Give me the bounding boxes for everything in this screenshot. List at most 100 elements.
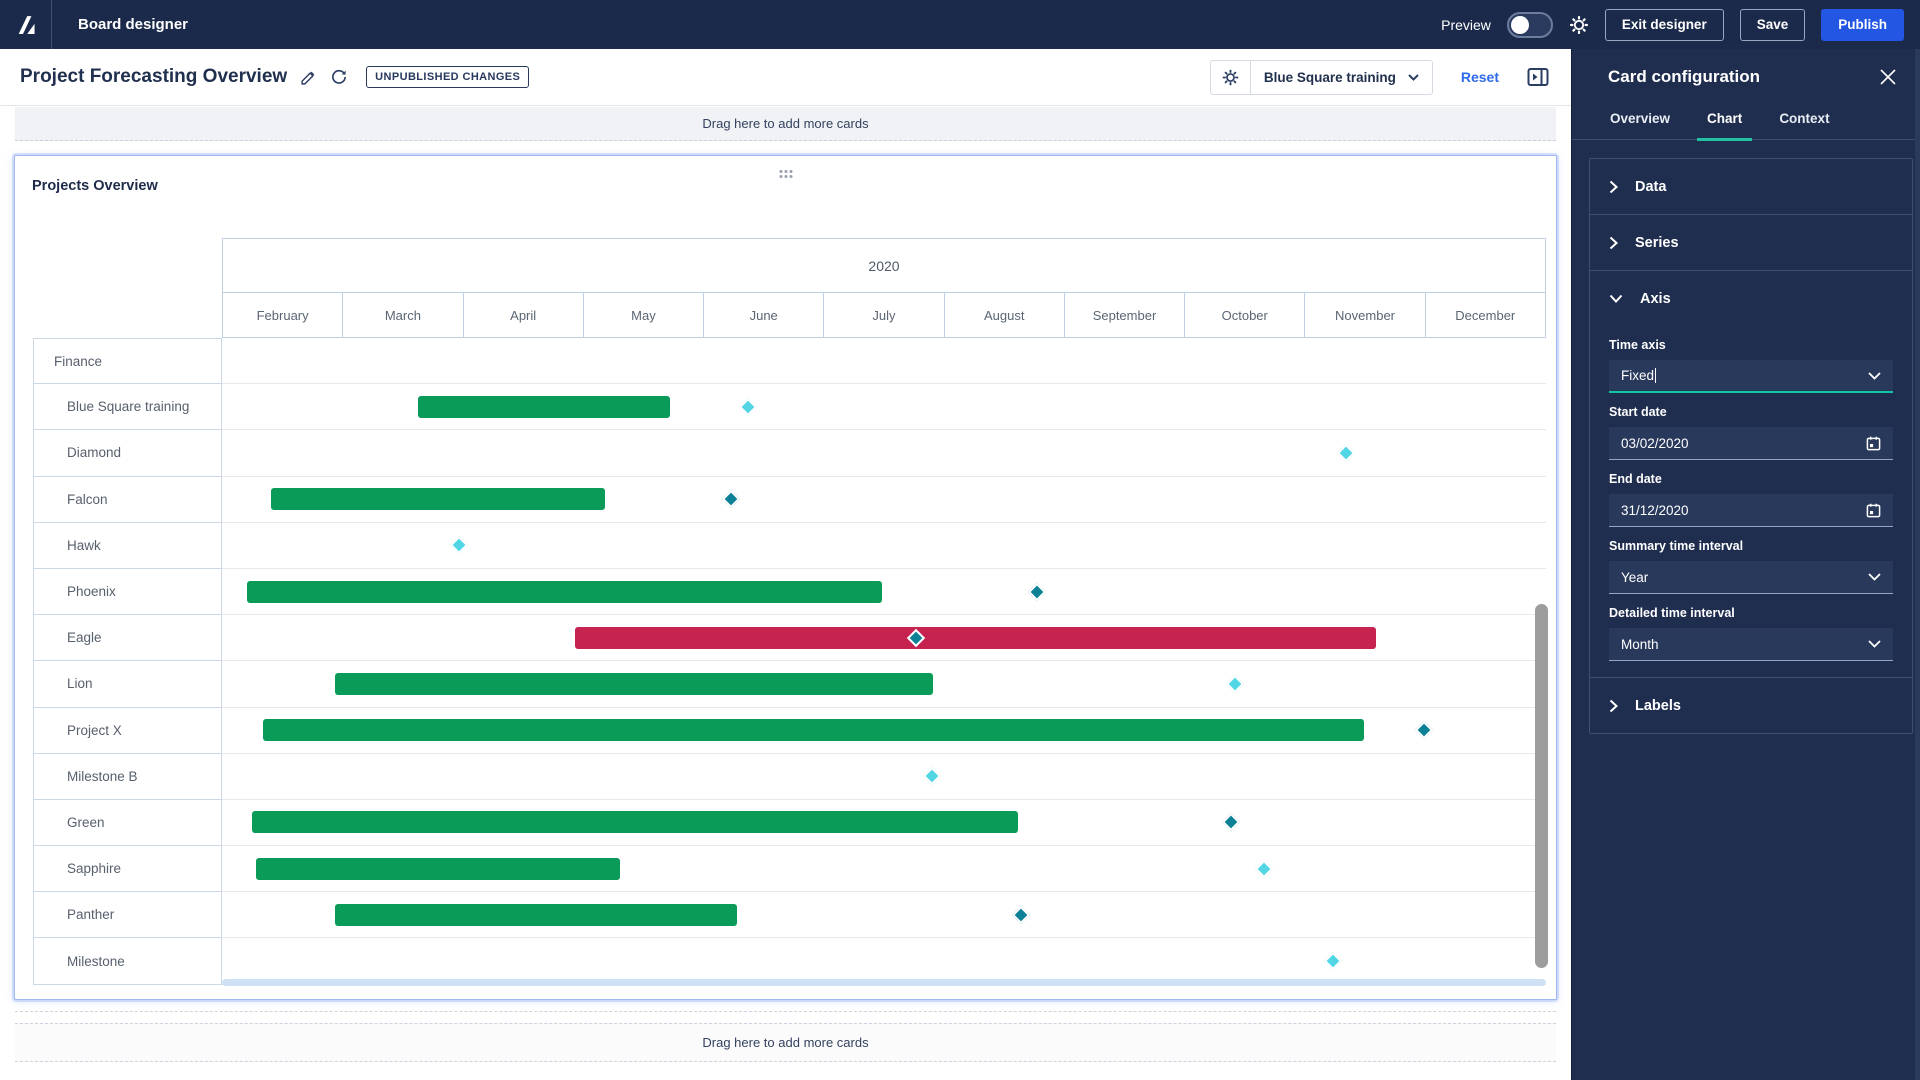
gantt-milestone[interactable] bbox=[1012, 905, 1031, 925]
gantt-milestone[interactable] bbox=[1221, 813, 1240, 832]
gantt-milestone[interactable] bbox=[721, 489, 741, 509]
anaplan-logo-icon bbox=[18, 15, 35, 34]
sync-button[interactable] bbox=[330, 68, 348, 86]
gantt-row: Hawk bbox=[33, 522, 1546, 569]
gantt-row-label: Sapphire bbox=[33, 846, 222, 893]
text-caret bbox=[1655, 368, 1657, 383]
horizontal-scrollbar[interactable] bbox=[222, 979, 1546, 986]
gantt-year-header: 2020 bbox=[222, 238, 1546, 292]
gantt-row-timeline bbox=[222, 477, 1546, 523]
gear-icon bbox=[1569, 15, 1588, 34]
context-selector-value[interactable]: Blue Square training bbox=[1251, 61, 1432, 94]
panel-title: Card configuration bbox=[1608, 67, 1761, 86]
gantt-bar[interactable] bbox=[262, 719, 1365, 742]
gantt-milestone[interactable] bbox=[1226, 674, 1245, 694]
month-header: February bbox=[256, 307, 309, 323]
gantt-row: Milestone bbox=[33, 938, 1546, 985]
dropzone-divider bbox=[15, 1011, 1556, 1012]
gantt-milestone[interactable] bbox=[922, 767, 942, 786]
start-date-input[interactable]: 03/02/2020 bbox=[1609, 427, 1893, 460]
chevron-right-icon bbox=[1609, 699, 1618, 712]
tab-chart[interactable]: Chart bbox=[1696, 111, 1753, 141]
month-header: October bbox=[1184, 293, 1304, 337]
summary-interval-value: Year bbox=[1621, 569, 1649, 585]
gantt-row-label: Finance bbox=[33, 338, 222, 385]
axis-section-content: Time axis Fixed Start date 03/02/2020 En… bbox=[1590, 338, 1912, 677]
gantt-milestone[interactable] bbox=[738, 397, 758, 416]
close-panel-button[interactable] bbox=[1880, 69, 1896, 85]
gantt-row-timeline bbox=[222, 615, 1546, 662]
gantt-row-label: Hawk bbox=[33, 522, 222, 569]
config-sections: Data Series Axis Time axis Fixed Start d… bbox=[1589, 158, 1913, 734]
gantt-row-timeline bbox=[222, 938, 1546, 985]
gantt-row-timeline bbox=[222, 892, 1546, 939]
gantt-row: Blue Square training bbox=[33, 384, 1546, 431]
end-date-value: 31/12/2020 bbox=[1621, 502, 1689, 518]
gantt-bar[interactable] bbox=[247, 580, 882, 603]
gantt-row: Project X bbox=[33, 707, 1546, 754]
gantt-milestone[interactable] bbox=[1323, 951, 1343, 971]
month-header: June bbox=[703, 293, 823, 337]
detailed-interval-select[interactable]: Month bbox=[1609, 628, 1893, 661]
publish-button[interactable]: Publish bbox=[1821, 8, 1904, 41]
collapse-panel-button[interactable] bbox=[1527, 67, 1549, 87]
tab-context[interactable]: Context bbox=[1777, 111, 1831, 139]
gantt-bar[interactable] bbox=[335, 672, 934, 695]
gantt-bar[interactable] bbox=[418, 395, 670, 418]
time-axis-value: Fixed bbox=[1621, 368, 1655, 383]
anaplan-logo[interactable] bbox=[0, 0, 52, 49]
chevron-right-icon bbox=[1609, 180, 1618, 193]
chevron-down-icon bbox=[1408, 73, 1419, 81]
gantt-bar[interactable] bbox=[271, 488, 605, 511]
gear-icon bbox=[1222, 69, 1239, 85]
end-date-input[interactable]: 31/12/2020 bbox=[1609, 494, 1893, 527]
gantt-row-label: Milestone B bbox=[33, 753, 222, 800]
tab-overview[interactable]: Overview bbox=[1608, 111, 1672, 139]
gantt-row: Diamond bbox=[33, 430, 1546, 477]
calendar-icon bbox=[1866, 503, 1881, 517]
section-axis[interactable]: Axis bbox=[1590, 271, 1912, 326]
panel-scrollbar[interactable] bbox=[1915, 49, 1920, 1080]
preview-toggle[interactable] bbox=[1506, 11, 1553, 38]
app-title: Board designer bbox=[78, 16, 189, 33]
card-drag-handle[interactable] bbox=[779, 170, 792, 178]
gantt-milestone[interactable] bbox=[1255, 859, 1274, 878]
section-data[interactable]: Data bbox=[1590, 159, 1912, 214]
context-selector[interactable]: Blue Square training bbox=[1209, 59, 1433, 95]
gantt-bar[interactable] bbox=[574, 626, 1377, 649]
detailed-interval-value: Month bbox=[1621, 636, 1659, 652]
reset-button[interactable]: Reset bbox=[1461, 69, 1499, 85]
gantt-row-label: Eagle bbox=[33, 615, 222, 662]
save-button[interactable]: Save bbox=[1739, 8, 1806, 41]
gantt-bar[interactable] bbox=[252, 811, 1018, 834]
gantt-row-label: Blue Square training bbox=[33, 384, 222, 431]
section-series[interactable]: Series bbox=[1590, 215, 1912, 270]
month-header: April bbox=[462, 293, 583, 337]
gantt-milestone[interactable] bbox=[1027, 582, 1047, 601]
page-title: Project Forecasting Overview bbox=[20, 66, 288, 87]
exit-designer-button[interactable]: Exit designer bbox=[1604, 8, 1724, 41]
context-gear[interactable] bbox=[1211, 60, 1251, 94]
section-labels[interactable]: Labels bbox=[1590, 678, 1912, 733]
gantt-row: Falcon bbox=[33, 476, 1546, 523]
gantt-milestone[interactable] bbox=[1336, 443, 1356, 463]
month-header: September bbox=[1063, 293, 1184, 337]
settings-gear-button[interactable] bbox=[1569, 15, 1589, 35]
gantt-bar[interactable] bbox=[335, 903, 738, 926]
gantt-milestone[interactable] bbox=[1415, 720, 1434, 740]
section-axis-label: Axis bbox=[1640, 290, 1671, 307]
summary-interval-select[interactable]: Year bbox=[1609, 561, 1893, 594]
gantt-body: Finance Blue Square training Diamond Falcon… bbox=[33, 338, 1546, 985]
gantt-milestone[interactable] bbox=[449, 536, 469, 555]
time-axis-select[interactable]: Fixed bbox=[1609, 360, 1893, 393]
dropzone-top[interactable]: Drag here to add more cards bbox=[15, 107, 1556, 141]
gantt-row-timeline bbox=[222, 569, 1546, 616]
vertical-scrollbar[interactable] bbox=[1535, 604, 1548, 968]
section-series-label: Series bbox=[1635, 234, 1679, 251]
gantt-row-label: Milestone bbox=[33, 938, 222, 985]
edit-title-button[interactable] bbox=[300, 69, 317, 86]
gantt-row-label: Diamond bbox=[33, 430, 222, 477]
gantt-bar[interactable] bbox=[255, 857, 621, 880]
gantt-row-timeline bbox=[222, 338, 1546, 385]
dropzone-bottom[interactable]: Drag here to add more cards bbox=[15, 1023, 1556, 1062]
